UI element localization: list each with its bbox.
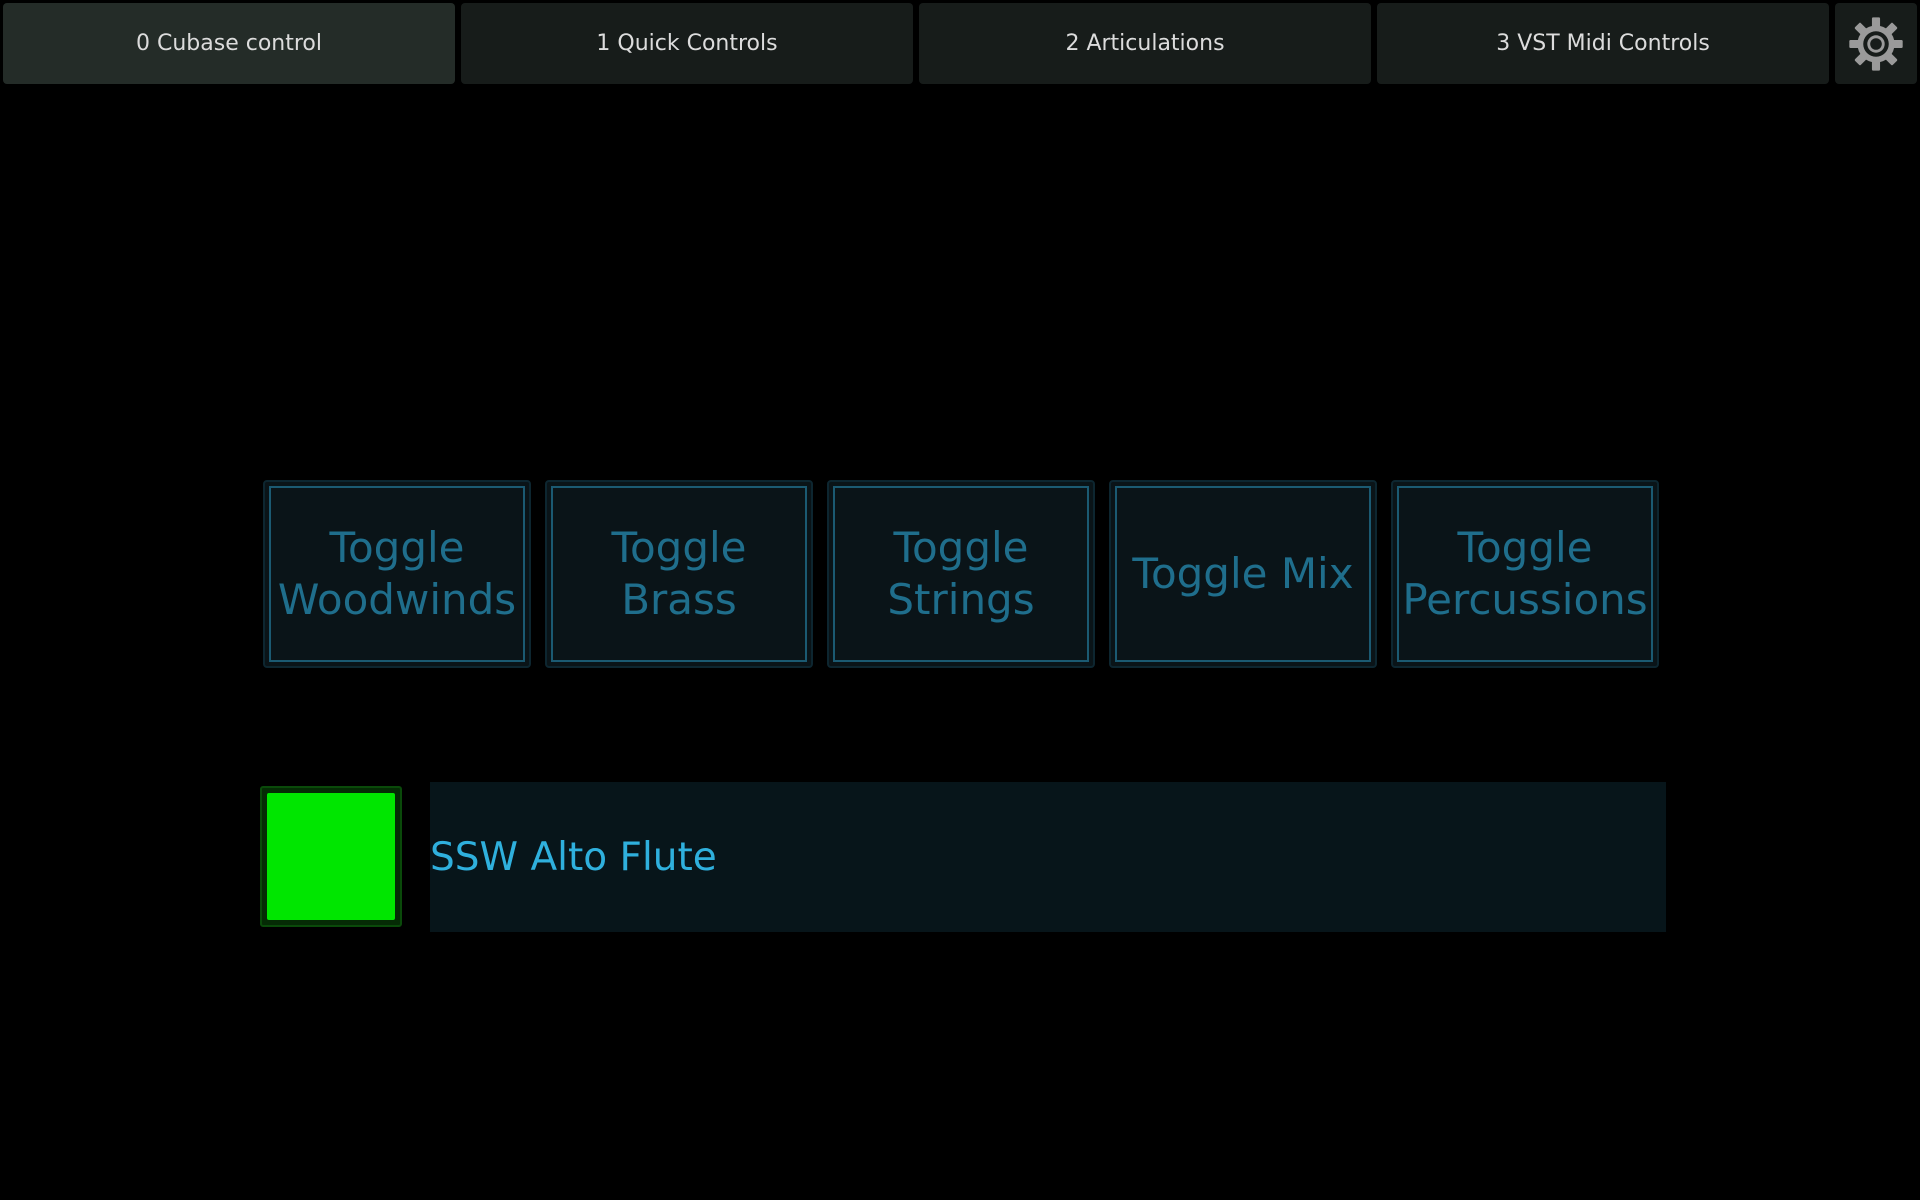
toggle-brass-button[interactable]: Toggle Brass (545, 480, 813, 668)
toggle-brass-label: Toggle Brass (551, 486, 807, 662)
track-name: SSW Alto Flute (430, 834, 717, 880)
toggle-mix-button[interactable]: Toggle Mix (1109, 480, 1377, 668)
gear-icon (1849, 16, 1903, 71)
settings-button[interactable] (1835, 3, 1917, 84)
tab-cubase-control[interactable]: 0 Cubase control (3, 3, 455, 84)
tab-articulations[interactable]: 2 Articulations (919, 3, 1371, 84)
toggle-percussions-button[interactable]: Toggle Percussions (1391, 480, 1659, 668)
track-status-led (267, 793, 395, 920)
toggle-mix-label: Toggle Mix (1115, 486, 1371, 662)
toggle-woodwinds-button[interactable]: Toggle Woodwinds (263, 480, 531, 668)
tab-quick-controls[interactable]: 1 Quick Controls (461, 3, 913, 84)
toggle-strings-label: Toggle Strings (833, 486, 1089, 662)
toggle-percussions-label: Toggle Percussions (1397, 486, 1653, 662)
toggle-woodwinds-label: Toggle Woodwinds (269, 486, 525, 662)
tab-vst-midi-controls[interactable]: 3 VST Midi Controls (1377, 3, 1829, 84)
track-status-indicator (260, 786, 402, 927)
tab-bar: 0 Cubase control 1 Quick Controls 2 Arti… (0, 0, 1920, 88)
toggle-strings-button[interactable]: Toggle Strings (827, 480, 1095, 668)
track-name-display: SSW Alto Flute (430, 782, 1666, 932)
